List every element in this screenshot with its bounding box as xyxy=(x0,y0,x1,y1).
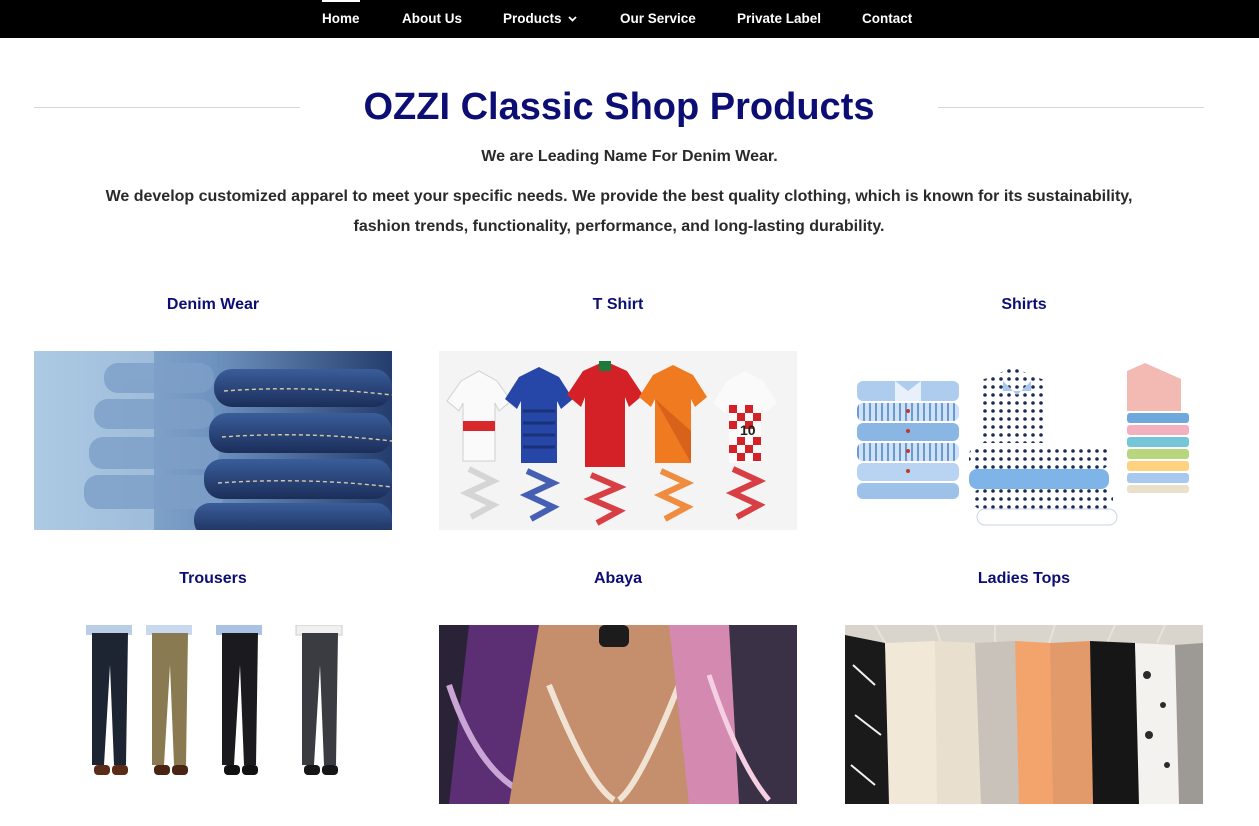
product-image-trousers[interactable] xyxy=(34,625,392,804)
intro-line-1: We develop customized apparel to meet yo… xyxy=(105,188,1133,205)
product-title-ladies-tops[interactable]: Ladies Tops xyxy=(845,570,1203,588)
product-image-shirts[interactable] xyxy=(845,351,1203,530)
intro-line-2: fashion trends, functionality, performan… xyxy=(353,218,885,235)
page-title: OZZI Classic Shop Products xyxy=(363,86,875,128)
product-image-abaya[interactable] xyxy=(439,625,797,804)
product-title-trousers[interactable]: Trousers xyxy=(34,570,392,588)
svg-text:10: 10 xyxy=(740,422,756,438)
nav-our-service[interactable]: Our Service xyxy=(620,0,696,38)
tagline: We are Leading Name For Denim Wear. xyxy=(481,148,778,165)
nav-contact[interactable]: Contact xyxy=(862,0,912,38)
product-title-abaya[interactable]: Abaya xyxy=(439,570,797,588)
product-title-shirts[interactable]: Shirts xyxy=(845,296,1203,314)
chevron-down-icon xyxy=(567,16,577,23)
nav-private-label[interactable]: Private Label xyxy=(737,0,821,38)
intro-paragraph: We develop customized apparel to meet yo… xyxy=(40,182,1198,242)
nav-products[interactable]: Products xyxy=(503,0,577,38)
nav-about-us[interactable]: About Us xyxy=(402,0,462,38)
title-divider-right xyxy=(938,107,1204,108)
product-image-t-shirt[interactable]: 10 xyxy=(439,351,797,530)
product-image-denim-wear[interactable] xyxy=(34,351,392,530)
product-title-denim-wear[interactable]: Denim Wear xyxy=(34,296,392,314)
top-navigation: Home About Us Products Our Service Priva… xyxy=(0,0,1259,38)
product-title-t-shirt[interactable]: T Shirt xyxy=(439,296,797,314)
nav-products-label: Products xyxy=(503,11,562,26)
title-divider-left xyxy=(34,107,300,108)
nav-home[interactable]: Home xyxy=(322,0,360,38)
product-image-ladies-tops[interactable] xyxy=(845,625,1203,804)
